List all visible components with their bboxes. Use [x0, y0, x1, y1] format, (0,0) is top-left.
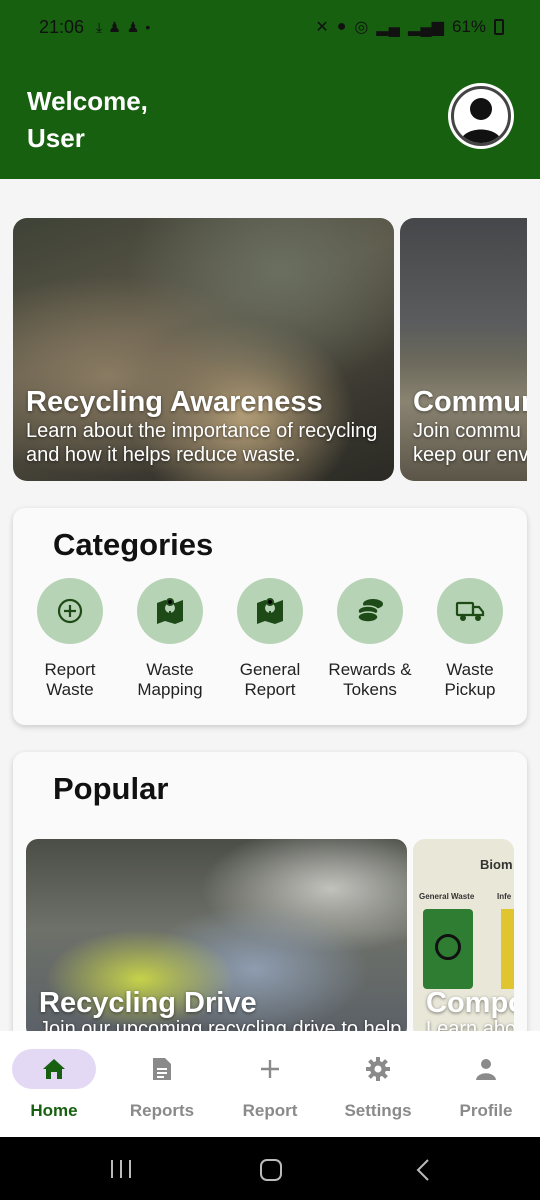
home-icon	[12, 1049, 96, 1089]
battery-percent: 61%	[451, 17, 486, 36]
home-button[interactable]	[260, 1159, 282, 1181]
category-label-line: Mapping	[137, 680, 203, 699]
nav-profile[interactable]: Profile	[432, 1049, 540, 1121]
person-icon	[451, 86, 511, 146]
featured-desc-line: keep our env	[413, 444, 527, 466]
download-icon: ⤓	[96, 19, 103, 35]
category-label-line: Waste	[46, 680, 94, 699]
popular-panel: Popular Recycling Drive Join our upcomin…	[13, 752, 527, 1052]
back-button[interactable]	[415, 1159, 431, 1181]
category-waste-mapping[interactable]: Waste Mapping	[120, 578, 220, 700]
categories-panel: Categories Report Waste Waste Mapping Ge…	[13, 508, 527, 725]
gear-icon	[336, 1049, 420, 1089]
nav-reports[interactable]: Reports	[108, 1049, 216, 1121]
category-report-waste[interactable]: Report Waste	[20, 578, 120, 700]
user-name: User	[27, 123, 85, 153]
nav-label: Settings	[344, 1101, 412, 1120]
nav-home[interactable]: Home	[0, 1049, 108, 1121]
system-navigation-bar	[0, 1137, 540, 1200]
avatar[interactable]	[448, 83, 514, 149]
featured-title: Recycling Awareness	[26, 386, 323, 418]
hotspot-icon: ◎	[354, 19, 369, 36]
biohazard-icon	[435, 934, 461, 960]
category-label: General Report	[220, 660, 320, 700]
status-bar: 21:06 ⤓ ♟ ♟ • ✕ ● ◎ ▂▄ ▂▄▆ 61%	[0, 0, 540, 54]
snapchat-icon: ♟	[126, 19, 140, 35]
snapchat-icon: ♟	[108, 19, 121, 35]
welcome-line: Welcome,	[27, 86, 148, 116]
bottom-navigation: Home Reports Report Settings Profile	[0, 1031, 540, 1137]
featured-desc-line: Learn about the importance of recycling	[26, 420, 378, 442]
featured-desc-line: and how it helps reduce waste.	[26, 444, 301, 466]
app-header: 21:06 ⤓ ♟ ♟ • ✕ ● ◎ ▂▄ ▂▄▆ 61% Welcome, …	[0, 0, 540, 179]
featured-carousel[interactable]: Recycling Awareness Learn about the impo…	[13, 218, 527, 481]
poster-label: Infe	[497, 892, 512, 901]
category-rewards-tokens[interactable]: Rewards & Tokens	[320, 578, 420, 700]
mute-icon: ✕	[315, 19, 329, 36]
system-status-icons: ✕ ● ◎ ▂▄ ▂▄▆ 61%	[315, 17, 504, 37]
nav-settings[interactable]: Settings	[324, 1049, 432, 1121]
category-label: Waste Mapping	[120, 660, 220, 700]
add-circle-icon	[37, 578, 103, 644]
category-label-line: Waste	[146, 660, 194, 679]
truck-icon	[437, 578, 503, 644]
coins-icon	[337, 578, 403, 644]
dot-icon: •	[145, 19, 151, 35]
featured-card[interactable]: Commun Join commu keep our env	[400, 218, 527, 481]
category-label-line: Report	[44, 660, 96, 679]
featured-description: Learn about the importance of recycling …	[26, 419, 377, 467]
category-general-report[interactable]: General Report	[220, 578, 320, 700]
nav-label: Home	[30, 1101, 78, 1120]
location-icon: ●	[336, 18, 347, 35]
category-label-line: Waste	[446, 660, 494, 679]
category-label-line: Report	[244, 680, 296, 699]
plus-icon	[228, 1049, 312, 1089]
poster-heading: Biom	[480, 857, 513, 872]
status-time: 21:06	[39, 17, 85, 37]
nav-label: Report	[242, 1101, 298, 1120]
featured-title: Commun	[413, 386, 527, 418]
popular-title: Popular	[53, 771, 169, 806]
category-label: Report Waste	[20, 660, 120, 700]
recent-apps-button[interactable]	[109, 1160, 133, 1178]
battery-icon	[494, 19, 504, 35]
category-waste-pickup[interactable]: Waste Pickup	[420, 578, 520, 700]
popular-card[interactable]: Biom General Waste Infe Compo Learn abo	[413, 839, 514, 1039]
featured-description: Join commu keep our env	[413, 419, 527, 467]
featured-card[interactable]: Recycling Awareness Learn about the impo…	[13, 218, 394, 481]
signal-4g-icon: ▂▄▆	[408, 19, 444, 36]
notification-icons: ⤓ ♟ ♟ •	[96, 19, 150, 36]
poster-label: General Waste	[419, 892, 475, 901]
category-label: Rewards & Tokens	[320, 660, 420, 700]
category-label-line: Tokens	[343, 680, 397, 699]
welcome-text: Welcome, User	[27, 83, 148, 157]
nav-label: Profile	[459, 1101, 513, 1120]
person-icon	[444, 1049, 528, 1089]
popular-card-title: Recycling Drive	[39, 987, 257, 1019]
nav-report[interactable]: Report	[216, 1049, 324, 1121]
nav-label: Reports	[129, 1101, 195, 1120]
map-pin-icon	[237, 578, 303, 644]
yellow-bin-image	[501, 909, 514, 989]
signal-icon: ▂▄	[376, 19, 401, 36]
category-label-line: General	[239, 660, 301, 679]
category-label-line: Pickup	[444, 680, 496, 699]
popular-card-title: Compo	[426, 987, 514, 1019]
popular-card[interactable]: Recycling Drive Join our upcoming recycl…	[26, 839, 407, 1039]
categories-title: Categories	[53, 527, 214, 562]
category-label-line: Rewards &	[328, 660, 412, 679]
document-icon	[120, 1049, 204, 1089]
category-label: Waste Pickup	[420, 660, 520, 700]
map-pin-icon	[137, 578, 203, 644]
featured-desc-line: Join commu	[413, 420, 521, 442]
